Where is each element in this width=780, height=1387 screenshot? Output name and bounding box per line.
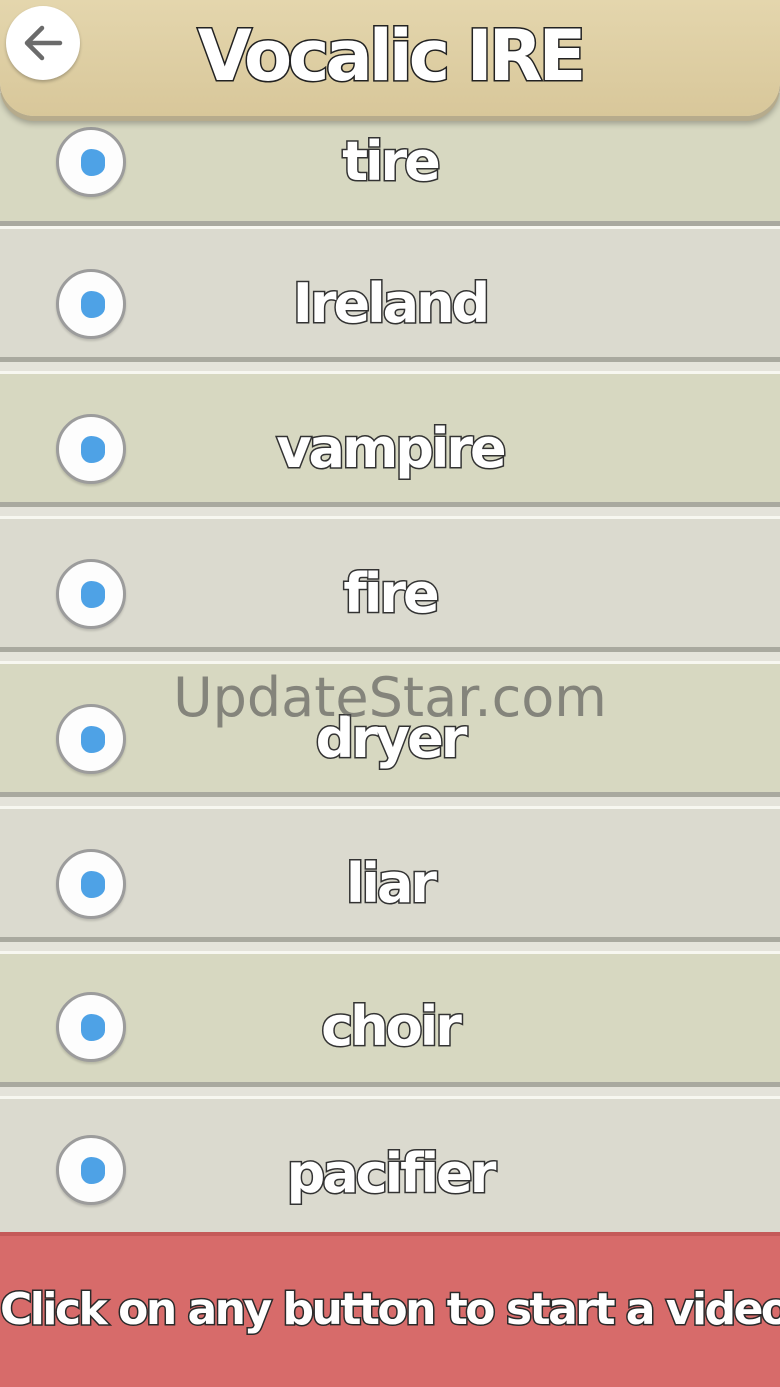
- page-title: Vocalic IRE: [196, 15, 588, 98]
- play-button[interactable]: [56, 1135, 126, 1205]
- word-label: vampire: [275, 416, 508, 482]
- arrow-left-icon: [24, 25, 63, 61]
- word-row-vampire[interactable]: vampire: [0, 371, 780, 507]
- word-label: liar: [344, 851, 438, 917]
- word-row-dryer[interactable]: dryer: [0, 661, 780, 797]
- play-button[interactable]: [56, 849, 126, 919]
- word-label: fire: [342, 561, 441, 627]
- footer-banner: Click on any button to start a video: [0, 1232, 780, 1387]
- play-icon: [81, 1014, 105, 1041]
- play-button[interactable]: [56, 992, 126, 1062]
- word-label: pacifier: [285, 1141, 498, 1207]
- word-row-fire[interactable]: fire: [0, 516, 780, 652]
- play-icon: [81, 149, 105, 176]
- word-row-liar[interactable]: liar: [0, 806, 780, 942]
- play-button[interactable]: [56, 559, 126, 629]
- play-icon: [81, 726, 105, 753]
- back-button[interactable]: [6, 6, 80, 80]
- word-label: choir: [320, 994, 464, 1060]
- word-row-pacifier[interactable]: pacifier: [0, 1096, 780, 1236]
- play-icon: [81, 1157, 105, 1184]
- play-button[interactable]: [56, 704, 126, 774]
- word-list: tire Ireland vampire fire dryer liar cho…: [0, 0, 780, 1236]
- word-row-ireland[interactable]: Ireland: [0, 226, 780, 362]
- play-button[interactable]: [56, 127, 126, 197]
- app-screen: tire Ireland vampire fire dryer liar cho…: [0, 0, 780, 1387]
- play-icon: [81, 581, 105, 608]
- header-bar: Vocalic IRE: [0, 0, 780, 116]
- word-label: tire: [341, 129, 443, 195]
- word-label: Ireland: [291, 271, 491, 337]
- play-button[interactable]: [56, 414, 126, 484]
- word-label: dryer: [314, 706, 469, 772]
- footer-instruction: Click on any button to start a video: [0, 1283, 780, 1337]
- play-button[interactable]: [56, 269, 126, 339]
- play-icon: [81, 871, 105, 898]
- play-icon: [81, 436, 105, 463]
- word-row-choir[interactable]: choir: [0, 951, 780, 1087]
- play-icon: [81, 291, 105, 318]
